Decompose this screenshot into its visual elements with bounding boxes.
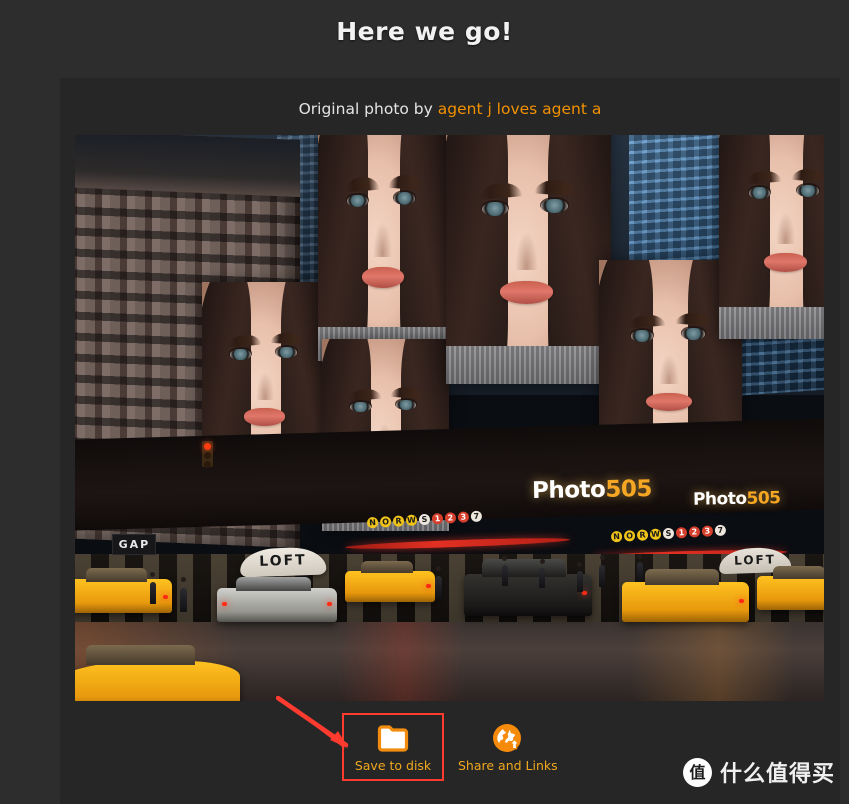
photo-scene: Photo505 Photo505 N O R W S 1 2 3 7 N O … [75,135,824,701]
pedestrian [501,555,508,587]
share-and-links-label: Share and Links [458,758,558,773]
gap-store-sign: GAP [112,534,157,556]
subway-letter-bullet: S [662,528,674,540]
folder-icon [344,722,442,754]
subway-number-bullet: 3 [457,511,470,524]
subway-number-bullet: 7 [714,524,726,537]
subway-letter-bullet: N [366,517,379,529]
watermark: 值 什么值得买 [682,756,835,788]
original-photo[interactable]: Photo505 Photo505 N O R W S 1 2 3 7 N O … [75,135,824,701]
billboard-face [318,135,450,362]
taxi-vehicle [75,568,173,614]
photo505-number: 505 [604,476,652,504]
taxi-vehicle [621,569,750,622]
subway-letter-bullet: O [379,516,392,528]
attribution-author-link[interactable]: agent j loves agent a [438,100,602,118]
loft-store-awning: LOFT [239,546,327,578]
taxi-vehicle [344,560,435,602]
save-to-disk-button[interactable]: Save to disk [342,713,444,781]
pedestrian [599,555,606,588]
photo505-number: 505 [746,487,781,509]
smzdm-logo-icon: 值 [682,757,712,787]
traffic-light [202,440,214,468]
subway-number-bullet: 2 [444,512,457,524]
photo505-sign: Photo505 [693,488,781,510]
pedestrian [434,566,442,600]
subway-bullets: N O R W S 1 2 3 7 [610,524,726,543]
subway-number-bullet: 3 [701,525,713,538]
taxi-vehicle [756,565,824,611]
suv-vehicle [464,559,592,617]
content-panel: Original photo by agent j loves agent a [60,78,840,804]
subway-letter-bullet: N [610,531,622,543]
save-to-disk-label: Save to disk [354,758,432,773]
subway-letter-bullet: W [649,528,661,541]
subway-number-bullet: 1 [675,527,687,539]
share-and-links-button[interactable]: Share and Links [456,713,558,781]
marquee-swoosh [344,535,570,551]
pedestrian [149,572,156,605]
subway-letter-bullet: W [405,514,418,527]
page-title: Here we go! [336,17,513,46]
billboard-face [719,135,824,339]
subway-letter-bullet: S [418,513,431,526]
subway-number-bullet: 7 [470,510,483,523]
subway-letter-bullet: O [623,530,635,543]
billboard-face [445,135,611,385]
pedestrian [636,553,643,583]
pedestrian [576,561,583,592]
attribution-prefix: Original photo by [298,100,438,118]
watermark-text: 什么值得买 [719,762,835,787]
photo-attribution: Original photo by agent j loves agent a [60,100,840,118]
photo505-word: Photo [531,477,606,505]
subway-letter-bullet: R [636,529,648,542]
subway-number-bullet: 1 [431,513,444,525]
taxi-vehicle [75,645,240,701]
subway-number-bullet: 2 [688,526,700,539]
photo505-word: Photo [692,488,747,510]
photo505-sign: Photo505 [532,476,652,504]
car-vehicle [217,576,338,622]
subway-letter-bullet: R [392,515,405,528]
pedestrian [179,577,187,612]
building-cornice [75,135,300,197]
globe-share-icon [458,722,556,754]
pedestrian [539,559,546,588]
